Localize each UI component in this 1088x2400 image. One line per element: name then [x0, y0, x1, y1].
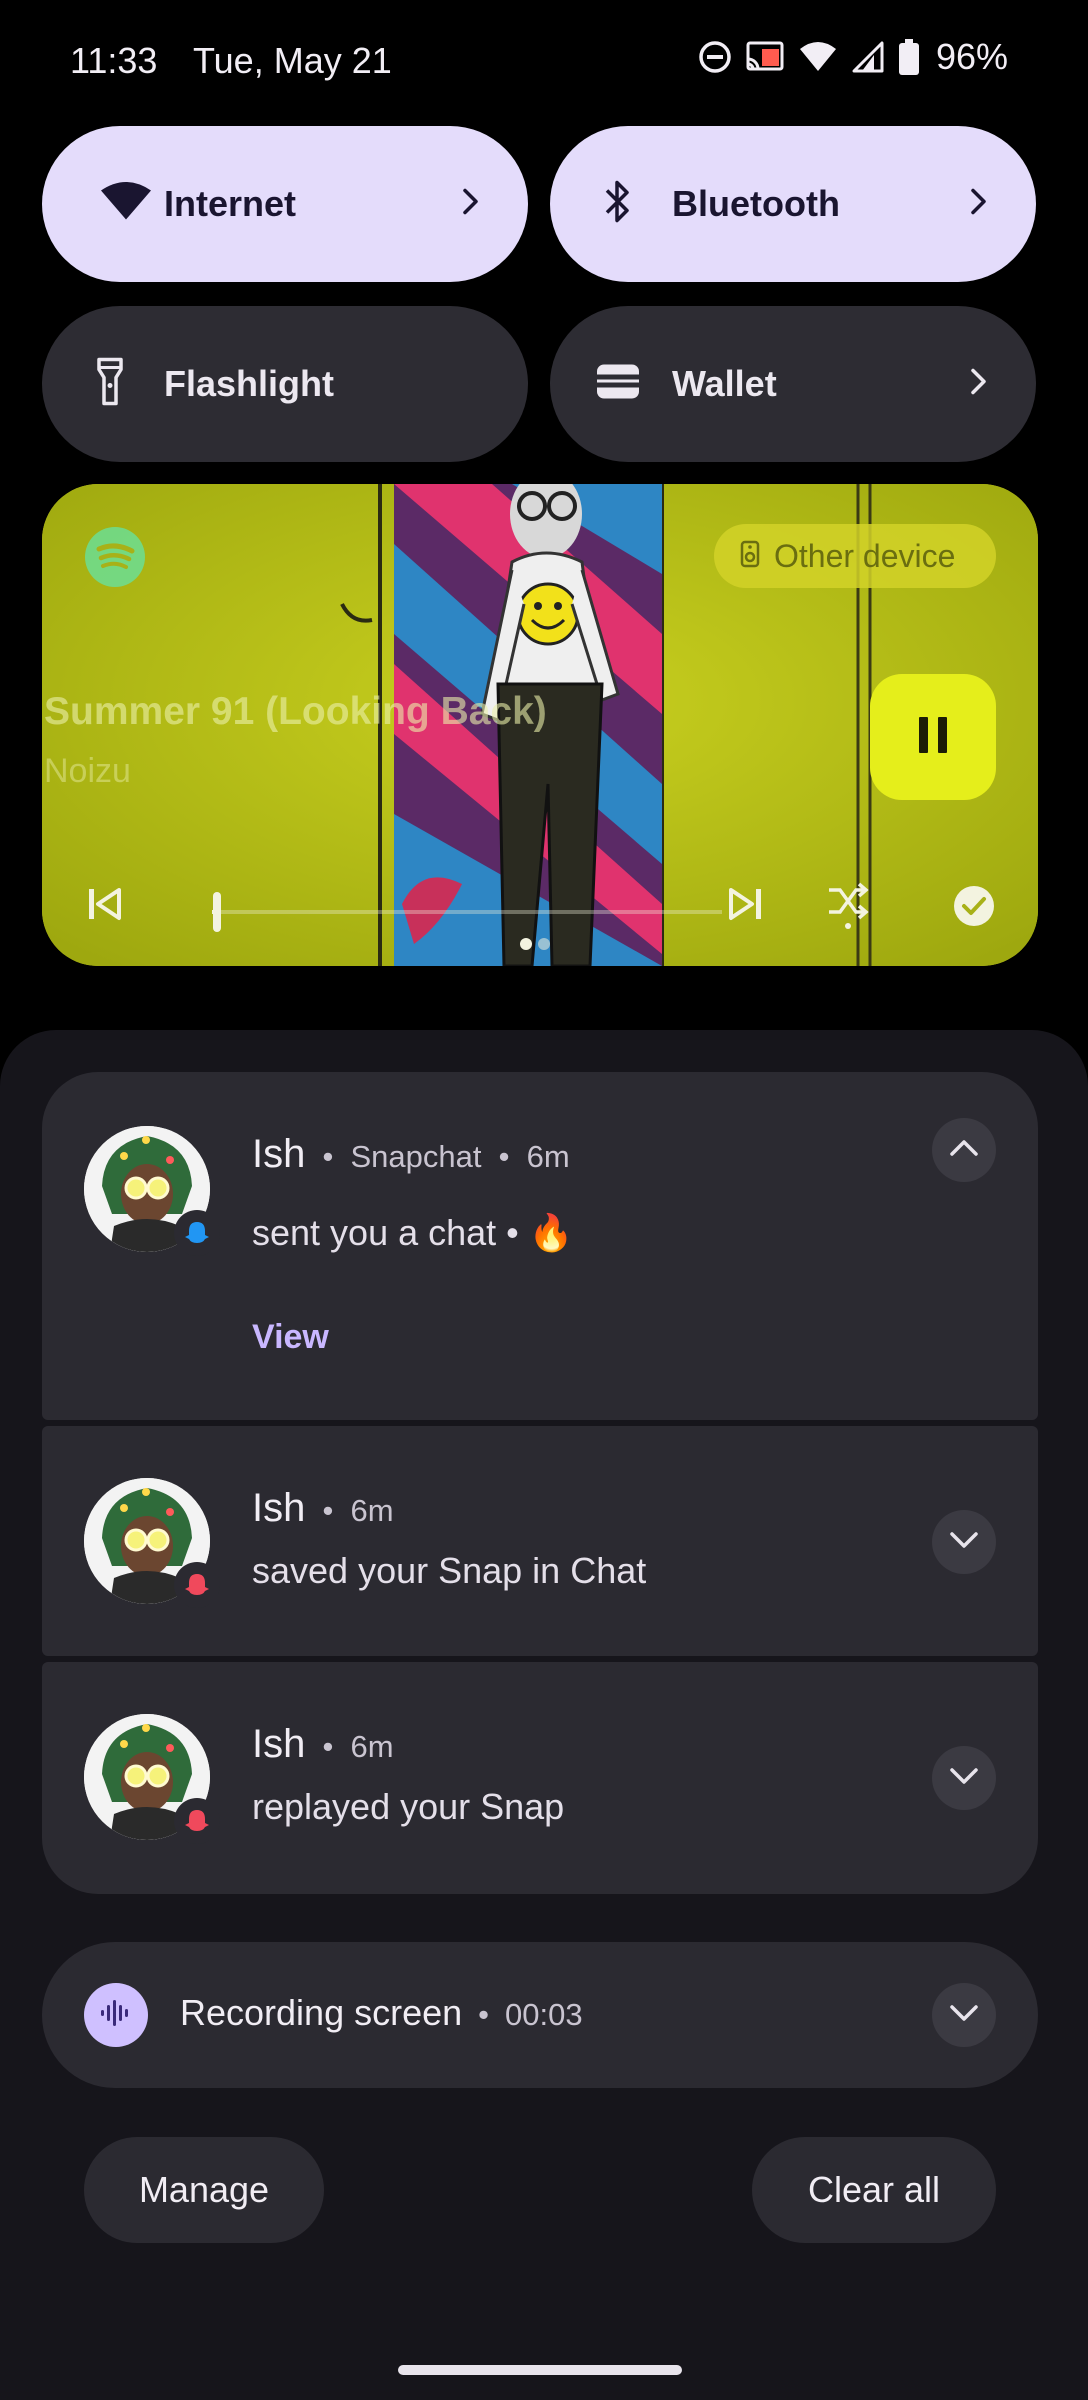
internet-tile[interactable]: Internet: [42, 126, 528, 282]
recording-timer: 00:03: [505, 1997, 583, 2032]
flashlight-icon: [96, 357, 124, 411]
notification-time: 6m: [526, 1139, 570, 1174]
status-time: 11:33: [70, 40, 158, 81]
track-title: Summer 91 (Looking Back): [44, 690, 547, 733]
home-gesture-handle[interactable]: [398, 2365, 682, 2375]
notification-sender: Ish: [252, 1486, 306, 1530]
flashlight-tile[interactable]: Flashlight: [42, 306, 528, 462]
output-device-chip[interactable]: Other device: [714, 524, 996, 588]
notification-sender: Ish: [252, 1132, 306, 1176]
avatar: [84, 1714, 220, 1844]
chevron-down-icon: [949, 1767, 979, 1790]
progress-thumb[interactable]: [213, 892, 221, 932]
notification-body: saved your Snap in Chat: [252, 1550, 647, 1591]
notification-header: Ish • 6m: [252, 1486, 394, 1531]
manage-button[interactable]: Manage: [84, 2137, 324, 2243]
status-date: Tue, May 21: [193, 40, 392, 81]
notification-item[interactable]: Ish • 6m replayed your Snap: [42, 1662, 1038, 1894]
snapchat-notification-group: Ish • Snapchat • 6m sent you a chat • 🔥 …: [42, 1072, 1038, 1894]
battery-icon: [898, 39, 920, 75]
notification-time: 6m: [350, 1493, 394, 1528]
notification-item[interactable]: Ish • 6m saved your Snap in Chat: [42, 1426, 1038, 1656]
artist-name: Noizu: [44, 752, 131, 790]
pause-button[interactable]: [870, 674, 996, 800]
view-action-button[interactable]: View: [252, 1318, 329, 1357]
meta-separator: •: [498, 1139, 510, 1174]
clear-all-button[interactable]: Clear all: [752, 2137, 996, 2243]
chevron-right-icon: [970, 188, 988, 221]
chevron-up-icon: [949, 1139, 979, 1162]
avatar: [84, 1478, 220, 1608]
expand-button[interactable]: [932, 1983, 996, 2047]
chevron-down-icon: [949, 2004, 979, 2027]
progress-track: [212, 910, 722, 914]
recording-notification[interactable]: Recording screen • 00:03: [42, 1942, 1038, 2088]
flashlight-tile-label: Flashlight: [164, 363, 334, 404]
notification-header: Ish • Snapchat • 6m: [252, 1132, 570, 1177]
page-indicator: [520, 938, 550, 950]
bluetooth-tile-label: Bluetooth: [672, 183, 840, 224]
do-not-disturb-icon: [698, 40, 732, 74]
chevron-down-icon: [949, 1531, 979, 1554]
shuffle-icon[interactable]: [826, 882, 870, 935]
bluetooth-icon: [603, 179, 633, 230]
collapse-button[interactable]: [932, 1118, 996, 1182]
expand-button[interactable]: [932, 1510, 996, 1574]
notification-sender: Ish: [252, 1722, 306, 1766]
speaker-icon: [740, 540, 760, 573]
expand-button[interactable]: [932, 1746, 996, 1810]
badge-fill: [185, 1222, 209, 1243]
snapchat-badge-icon: [174, 1210, 220, 1256]
battery-percent: 96%: [935, 36, 1008, 77]
progress-slider[interactable]: [212, 892, 722, 932]
notification-header: Ish • 6m: [252, 1722, 394, 1767]
wallet-icon: [595, 363, 641, 406]
wallet-tile[interactable]: Wallet: [550, 306, 1036, 462]
cell-signal-icon: [852, 41, 884, 73]
status-bar: 11:33 Tue, May 21 96%: [0, 0, 1088, 120]
spotify-icon: [84, 526, 146, 593]
recording-title: Recording screen: [180, 1992, 463, 2033]
page-dot-active: [520, 938, 532, 950]
skip-next-icon[interactable]: [726, 886, 764, 927]
internet-tile-label: Internet: [164, 183, 297, 224]
meta-separator: •: [322, 1139, 334, 1174]
wifi-icon: [99, 182, 153, 227]
notification-body: sent you a chat • 🔥: [252, 1212, 574, 1253]
notification-item[interactable]: Ish • Snapchat • 6m sent you a chat • 🔥 …: [42, 1072, 1038, 1420]
notification-app-name: Snapchat: [350, 1139, 482, 1174]
skip-previous-icon[interactable]: [86, 886, 124, 927]
page-dot: [538, 938, 550, 950]
snapchat-badge-icon: [174, 1798, 220, 1844]
wifi-icon: [798, 41, 838, 73]
meta-separator: •: [322, 1493, 334, 1528]
notification-time: 6m: [350, 1729, 394, 1764]
cast-icon: [746, 41, 784, 73]
notification-body: replayed your Snap: [252, 1786, 565, 1827]
chevron-right-icon: [970, 368, 988, 401]
audio-waveform-icon: [99, 1998, 133, 2033]
wallet-tile-label: Wallet: [672, 363, 777, 404]
bluetooth-tile[interactable]: Bluetooth: [550, 126, 1036, 282]
output-device-label: Other device: [774, 537, 956, 574]
recording-app-icon: [84, 1983, 148, 2047]
recording-header: Recording screen • 00:03: [180, 1992, 583, 2034]
media-player[interactable]: Other device Summer 91 (Looking Back) No…: [42, 484, 1038, 966]
status-icons: 96%: [698, 36, 1008, 78]
meta-separator: •: [478, 1997, 490, 2032]
meta-separator: •: [322, 1729, 334, 1764]
avatar: [84, 1126, 220, 1256]
chevron-right-icon: [462, 188, 480, 221]
snapchat-badge-icon: [174, 1562, 220, 1608]
saved-check-icon[interactable]: [952, 884, 996, 933]
pause-icon: [916, 715, 950, 760]
